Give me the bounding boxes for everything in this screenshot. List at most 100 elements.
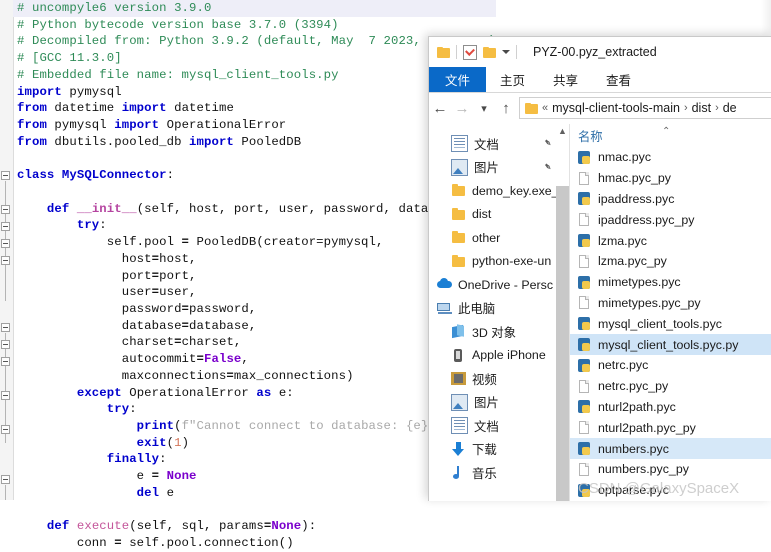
address-bar[interactable]: ← → ▾ ↑ « mysql-client-tools-main › dist… bbox=[429, 93, 771, 123]
code-token: finally bbox=[106, 452, 160, 467]
file-row[interactable]: ipaddress.pyc bbox=[570, 189, 771, 210]
new-folder-icon[interactable] bbox=[483, 46, 496, 58]
tab-view[interactable]: 查看 bbox=[592, 67, 645, 92]
file-row[interactable]: netrc.pyc_py bbox=[570, 376, 771, 397]
explorer-title-bar[interactable]: PYZ-00.pyz_extracted bbox=[429, 37, 771, 67]
nav-item-10[interactable]: 视频 bbox=[429, 367, 569, 391]
chevron-down-icon[interactable] bbox=[502, 50, 510, 54]
fold-toggle[interactable] bbox=[1, 171, 10, 180]
file-row[interactable]: mysql_client_tools.pyc bbox=[570, 313, 771, 334]
code-token: = bbox=[174, 335, 182, 350]
folder-icon[interactable] bbox=[437, 46, 450, 58]
file-row[interactable]: lzma.pyc bbox=[570, 230, 771, 251]
code-line: # Python bytecode version base 3.7.0 (33… bbox=[13, 17, 496, 34]
nav-item-7[interactable]: 此电脑 bbox=[429, 297, 569, 321]
navigation-list: 文档 ✒ 图片 ✒ demo_key.exe_ dist other python-exe-u… bbox=[429, 132, 569, 485]
file-row[interactable]: nturl2path.pyc_py bbox=[570, 417, 771, 438]
scrollbar-thumb[interactable] bbox=[557, 138, 568, 186]
file-row[interactable]: netrc.pyc bbox=[570, 355, 771, 376]
nav-item-12[interactable]: 文档 bbox=[429, 414, 569, 438]
nav-item-3[interactable]: dist bbox=[429, 203, 569, 227]
file-row[interactable]: numbers.pyc bbox=[570, 438, 771, 459]
pin-icon[interactable]: ✒ bbox=[540, 137, 554, 151]
file-row[interactable]: ipaddress.pyc_py bbox=[570, 209, 771, 230]
column-header-name[interactable]: 名称 bbox=[570, 127, 603, 147]
file-name-label: lzma.pyc bbox=[598, 233, 647, 248]
nav-item-13[interactable]: 下载 bbox=[429, 438, 569, 462]
fold-toggle[interactable] bbox=[1, 391, 10, 400]
code-token: user, bbox=[159, 285, 197, 300]
nav-item-5[interactable]: python-exe-un bbox=[429, 250, 569, 274]
code-token: ) bbox=[181, 435, 190, 450]
file-explorer-window[interactable]: PYZ-00.pyz_extracted 文件 主页 共享 查看 ← → ▾ ↑… bbox=[428, 36, 771, 501]
file-list-pane[interactable]: 名称 ⌃ nmac.pyc hmac.pyc_py ipaddress.pyc ipa… bbox=[570, 124, 771, 501]
watermark-text: CSDN @GalaxySpaceX bbox=[578, 480, 740, 497]
file-row[interactable]: hmac.pyc_py bbox=[570, 168, 771, 189]
nav-item-9[interactable]: Apple iPhone bbox=[429, 344, 569, 368]
file-row[interactable]: mimetypes.pyc_py bbox=[570, 293, 771, 314]
pyc-file-icon bbox=[578, 191, 591, 206]
folder-icon bbox=[451, 183, 466, 198]
code-line: conn = self.pool.connection() bbox=[13, 535, 496, 552]
tab-home[interactable]: 主页 bbox=[486, 67, 539, 92]
nav-item-0[interactable]: 文档 ✒ bbox=[429, 132, 569, 156]
chevron-up-icon[interactable]: ▲ bbox=[556, 124, 569, 138]
code-line: try: bbox=[13, 217, 496, 234]
fold-toggle[interactable] bbox=[1, 239, 10, 248]
address-path-box[interactable]: « mysql-client-tools-main › dist › de bbox=[519, 97, 771, 119]
nav-item-4[interactable]: other bbox=[429, 226, 569, 250]
path-overflow[interactable]: « bbox=[542, 102, 548, 114]
pin-icon[interactable]: ✒ bbox=[540, 160, 554, 174]
fold-toggle[interactable] bbox=[1, 357, 10, 366]
column-header-row[interactable]: 名称 ⌃ bbox=[570, 124, 771, 147]
code-token: ): bbox=[301, 519, 317, 534]
code-token: import bbox=[121, 101, 167, 116]
source-code-text[interactable]: # uncompyle6 version 3.9.0 # Python bytec… bbox=[13, 0, 496, 552]
nav-item-11[interactable]: 图片 bbox=[429, 391, 569, 415]
nav-item-1[interactable]: 图片 ✒ bbox=[429, 156, 569, 180]
code-line: import pymysql bbox=[13, 84, 496, 101]
back-arrow-icon[interactable]: ← bbox=[429, 97, 451, 119]
fold-toggle[interactable] bbox=[1, 205, 10, 214]
fold-toggle[interactable] bbox=[1, 340, 10, 349]
ribbon-tab-bar[interactable]: 文件 主页 共享 查看 bbox=[429, 67, 771, 92]
fold-toggle[interactable] bbox=[1, 222, 10, 231]
chevron-up-icon: ⌃ bbox=[662, 126, 671, 137]
nav-item-8[interactable]: 3D 对象 bbox=[429, 320, 569, 344]
fold-toggle[interactable] bbox=[1, 323, 10, 332]
fold-toggle[interactable] bbox=[1, 475, 10, 484]
up-arrow-icon[interactable]: ↑ bbox=[495, 97, 517, 119]
breadcrumb-1[interactable]: dist bbox=[692, 101, 711, 115]
scrollbar-track[interactable] bbox=[556, 186, 569, 501]
tab-file[interactable]: 文件 bbox=[429, 67, 487, 92]
file-row[interactable]: nmac.pyc bbox=[570, 147, 771, 168]
nav-item-2[interactable]: demo_key.exe_ bbox=[429, 179, 569, 203]
file-row[interactable]: lzma.pyc_py bbox=[570, 251, 771, 272]
file-row[interactable]: nturl2path.pyc bbox=[570, 397, 771, 418]
folder-icon bbox=[525, 102, 538, 114]
code-token: OperationalError bbox=[159, 118, 287, 133]
breadcrumb-2[interactable]: de bbox=[723, 101, 737, 115]
code-token: class bbox=[17, 168, 55, 183]
nav-item-14[interactable]: 音乐 bbox=[429, 461, 569, 485]
breadcrumb-0[interactable]: mysql-client-tools-main bbox=[552, 101, 680, 115]
onedrive-cloud-icon bbox=[437, 277, 452, 292]
file-row[interactable]: mysql_client_tools.pyc.py bbox=[570, 334, 771, 355]
code-folding-gutter[interactable] bbox=[0, 0, 14, 500]
file-row[interactable]: mimetypes.pyc bbox=[570, 272, 771, 293]
chevron-down-icon[interactable]: ▾ bbox=[473, 97, 495, 119]
code-token: port, bbox=[159, 268, 197, 283]
file-name-label: netrc.pyc_py bbox=[598, 379, 669, 394]
code-token: PooledDB bbox=[233, 134, 302, 149]
fold-toggle[interactable] bbox=[1, 425, 10, 434]
tab-share[interactable]: 共享 bbox=[539, 67, 592, 92]
code-token: = bbox=[114, 536, 122, 550]
nav-item-6[interactable]: OneDrive - Persc bbox=[429, 273, 569, 297]
properties-icon[interactable] bbox=[463, 44, 477, 60]
file-row[interactable]: numbers.pyc_py bbox=[570, 459, 771, 480]
navigation-scrollbar[interactable]: ▲ bbox=[556, 124, 569, 501]
fold-toggle[interactable] bbox=[1, 256, 10, 265]
navigation-pane[interactable]: 文档 ✒ 图片 ✒ demo_key.exe_ dist other python-exe-u… bbox=[429, 124, 569, 501]
